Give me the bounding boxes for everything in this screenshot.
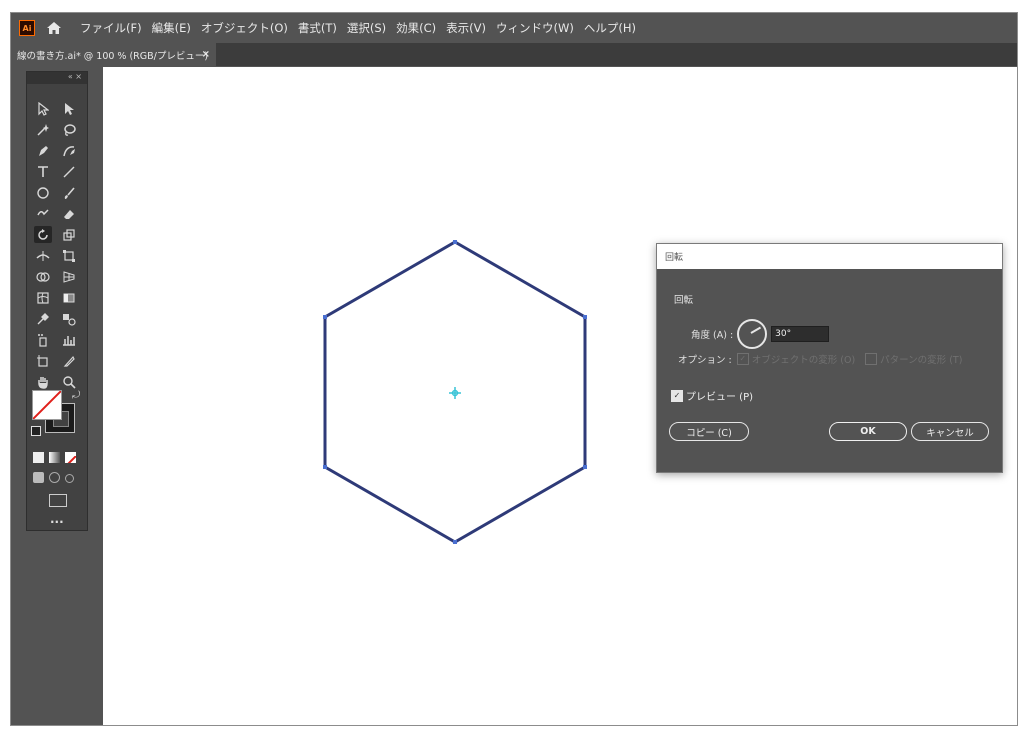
zoom-tool-icon[interactable] bbox=[60, 373, 78, 390]
collapse-icon[interactable]: « × bbox=[68, 72, 82, 81]
options-row: オプション : ✓ オブジェクトの変形 (O) パターンの変形 (T) bbox=[678, 352, 962, 366]
gradient-mode-icon[interactable] bbox=[49, 452, 60, 463]
menu-effect[interactable]: 効果(C) bbox=[391, 20, 441, 36]
home-icon[interactable] bbox=[45, 19, 63, 37]
angle-row: 角度 (A) : 30° bbox=[691, 319, 830, 349]
menu-type[interactable]: 書式(T) bbox=[293, 20, 342, 36]
gradient-tool-icon[interactable] bbox=[60, 289, 78, 306]
transform-objects-label: オブジェクトの変形 (O) bbox=[751, 355, 856, 366]
eyedropper-tool-icon[interactable] bbox=[34, 310, 52, 327]
blend-tool-icon[interactable] bbox=[60, 310, 78, 327]
column-graph-tool-icon[interactable] bbox=[60, 331, 78, 348]
document-tab-title: 線の書き方.ai* @ 100 % (RGB/プレビュー) bbox=[17, 50, 209, 62]
color-mode-icon[interactable] bbox=[33, 452, 44, 463]
symbol-sprayer-tool-icon[interactable] bbox=[34, 331, 52, 348]
cancel-button[interactable]: キャンセル bbox=[911, 422, 989, 441]
shaper-tool-icon[interactable] bbox=[34, 205, 52, 222]
preview-row: ✓ プレビュー (P) bbox=[671, 388, 753, 403]
slice-tool-icon[interactable] bbox=[60, 352, 78, 369]
draw-inside-icon[interactable] bbox=[65, 474, 74, 483]
transform-patterns-checkbox[interactable] bbox=[865, 353, 878, 365]
hand-tool-icon[interactable] bbox=[34, 373, 52, 390]
menu-list: ファイル(F) 編集(E) オブジェクト(O) 書式(T) 選択(S) 効果(C… bbox=[75, 20, 641, 36]
selection-tool-icon[interactable] bbox=[34, 100, 52, 117]
document-tab-bar: 線の書き方.ai* @ 100 % (RGB/プレビュー) × bbox=[11, 43, 1017, 66]
menu-object[interactable]: オブジェクト(O) bbox=[196, 20, 293, 36]
eraser-tool-icon[interactable] bbox=[60, 205, 78, 222]
screen-mode-icon[interactable] bbox=[49, 494, 67, 507]
fill-stroke-swatches: ⤾ bbox=[31, 390, 80, 438]
rotate-dialog: 回転 回転 角度 (A) : 30° オプション : ✓ オブジェクトの変形 (… bbox=[656, 243, 1003, 473]
menu-help[interactable]: ヘルプ(H) bbox=[579, 20, 641, 36]
curvature-tool-icon[interactable] bbox=[60, 142, 78, 159]
menu-view[interactable]: 表示(V) bbox=[441, 20, 491, 36]
type-tool-icon[interactable] bbox=[34, 163, 52, 180]
more-tools-icon[interactable]: ... bbox=[50, 512, 64, 526]
angle-label: 角度 (A) : bbox=[691, 330, 734, 341]
copy-button[interactable]: コピー (C) bbox=[669, 422, 749, 441]
dialog-title[interactable]: 回転 bbox=[657, 244, 1002, 269]
shape-builder-tool-icon[interactable] bbox=[34, 268, 52, 285]
app-logo-icon: Ai bbox=[19, 20, 35, 36]
artboard-tool-icon[interactable] bbox=[34, 352, 52, 369]
ok-button[interactable]: OK bbox=[829, 422, 907, 441]
close-icon[interactable]: × bbox=[202, 49, 210, 60]
scale-tool-icon[interactable] bbox=[60, 226, 78, 243]
options-label: オプション : bbox=[678, 355, 732, 366]
menu-edit[interactable]: 編集(E) bbox=[147, 20, 196, 36]
none-mode-icon[interactable] bbox=[65, 452, 76, 463]
swap-fill-stroke-icon[interactable]: ⤾ bbox=[72, 390, 80, 401]
perspective-grid-tool-icon[interactable] bbox=[60, 268, 78, 285]
lasso-tool-icon[interactable] bbox=[60, 121, 78, 138]
direct-selection-tool-icon[interactable] bbox=[60, 100, 78, 117]
draw-normal-icon[interactable] bbox=[33, 472, 44, 483]
tools-panel-grip[interactable]: « × bbox=[27, 72, 87, 84]
menu-file[interactable]: ファイル(F) bbox=[75, 20, 147, 36]
pen-tool-icon[interactable] bbox=[34, 142, 52, 159]
fill-swatch[interactable] bbox=[32, 390, 62, 420]
default-colors-icon[interactable] bbox=[31, 426, 41, 436]
mesh-tool-icon[interactable] bbox=[34, 289, 52, 306]
menu-bar: Ai ファイル(F) 編集(E) オブジェクト(O) 書式(T) 選択(S) 効… bbox=[11, 13, 1017, 43]
width-tool-icon[interactable] bbox=[34, 247, 52, 264]
menu-window[interactable]: ウィンドウ(W) bbox=[491, 20, 579, 36]
dialog-section-heading: 回転 bbox=[674, 295, 694, 306]
transform-objects-checkbox[interactable]: ✓ bbox=[736, 353, 749, 365]
angle-input[interactable]: 30° bbox=[771, 326, 830, 342]
transform-patterns-label: パターンの変形 (T) bbox=[880, 355, 963, 366]
document-tab[interactable]: 線の書き方.ai* @ 100 % (RGB/プレビュー) × bbox=[11, 43, 216, 66]
rotation-center-marker[interactable] bbox=[449, 387, 461, 399]
ellipse-tool-icon[interactable] bbox=[34, 184, 52, 201]
magic-wand-tool-icon[interactable] bbox=[34, 121, 52, 138]
tools-panel: « × ⤾ ... bbox=[26, 71, 88, 531]
illustrator-window: Ai ファイル(F) 編集(E) オブジェクト(O) 書式(T) 選択(S) 効… bbox=[10, 12, 1018, 726]
free-transform-tool-icon[interactable] bbox=[60, 247, 78, 264]
paintbrush-tool-icon[interactable] bbox=[60, 184, 78, 201]
preview-checkbox[interactable]: ✓ bbox=[671, 389, 683, 402]
angle-dial-icon[interactable] bbox=[737, 319, 768, 349]
preview-label: プレビュー (P) bbox=[686, 392, 754, 403]
rotate-tool-icon[interactable] bbox=[34, 226, 52, 243]
menu-select[interactable]: 選択(S) bbox=[342, 20, 391, 36]
line-tool-icon[interactable] bbox=[60, 163, 78, 180]
draw-behind-icon[interactable] bbox=[49, 472, 60, 483]
